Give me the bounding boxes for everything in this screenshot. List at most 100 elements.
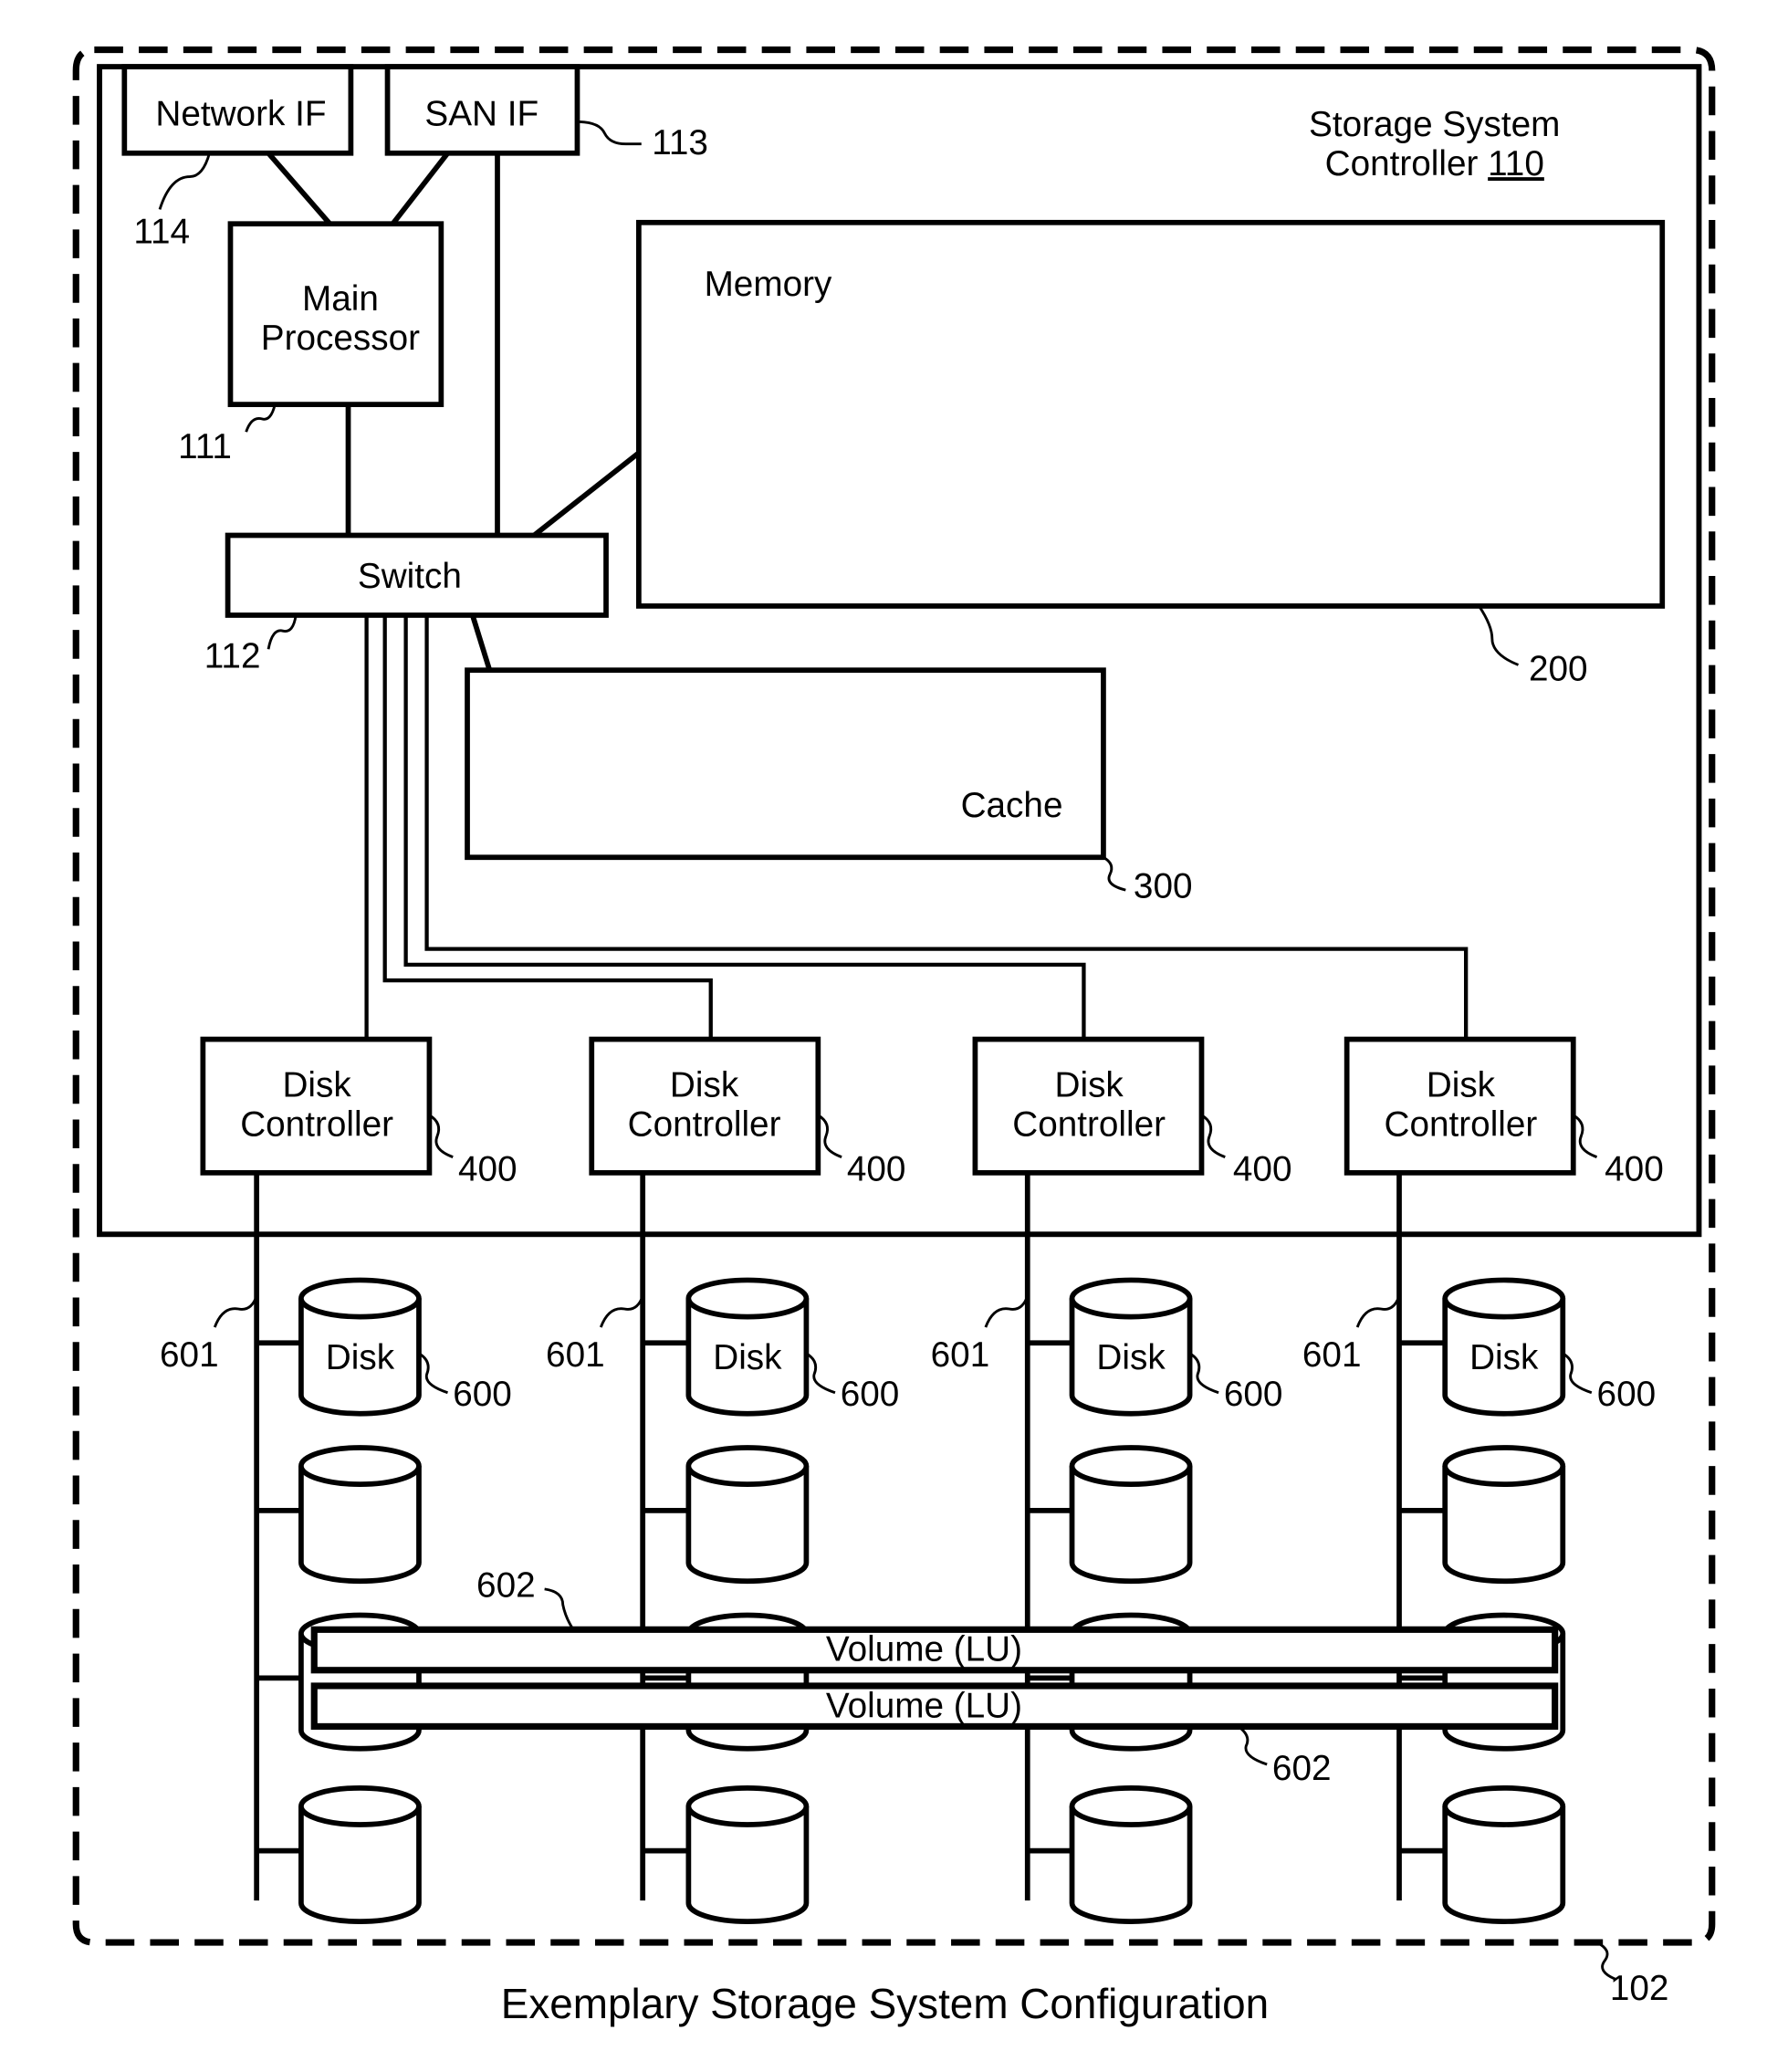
disk-ref: 600 [453, 1375, 512, 1414]
disk-ref: 600 [841, 1375, 900, 1414]
disk-cylinder-top [685, 1445, 810, 1488]
disk-columns: 601 Disk 600 601 Disk 600 601 Disk 600 601 Disk 600 [160, 1172, 1657, 1924]
network-if-leader [158, 152, 211, 210]
disk-bus-leader [213, 1295, 258, 1328]
network-if-to-processor-link [266, 151, 332, 226]
disk-cylinder-top [298, 1277, 422, 1320]
disk[interactable]: Disk 600 [1027, 1277, 1283, 1417]
disk-column: 601 Disk 600 [931, 1172, 1283, 1924]
disk[interactable] [643, 1445, 810, 1585]
disk-cylinder-top [298, 1784, 422, 1827]
disk-cylinder-top [298, 1445, 422, 1488]
switch-leader [267, 614, 298, 650]
disk-controller-ref: 400 [458, 1149, 518, 1188]
san-if-ref: 113 [652, 123, 708, 162]
cache-box[interactable] [465, 667, 1106, 861]
switch-to-cache-link [470, 614, 493, 672]
disk-controller-label-line2: Controller [240, 1105, 393, 1145]
figure-caption: Exemplary Storage System Configuration [501, 1980, 1269, 2027]
memory-leader [1478, 605, 1520, 666]
switch-ref: 112 [204, 636, 261, 675]
disk-controller-ref: 400 [1233, 1149, 1292, 1188]
disk-controller-leader [817, 1114, 842, 1158]
disk-controller-1[interactable]: Disk Controller 400 [200, 1036, 518, 1189]
network-if-ref: 114 [133, 213, 190, 252]
system-boundary-ref: 102 [1610, 1969, 1669, 2008]
disk[interactable] [1399, 1784, 1566, 1924]
controller-title-line1: Storage System [1309, 105, 1560, 144]
controller-title-line2: Controller 110 [1325, 144, 1544, 183]
disk[interactable] [1399, 1445, 1566, 1585]
volume-1-ref: 602 [476, 1565, 536, 1605]
disk-bus-ref: 601 [546, 1335, 605, 1375]
switch-to-memory-link [532, 450, 641, 538]
san-if-leader [577, 120, 642, 146]
disk-controller-label-line1: Disk [1427, 1066, 1496, 1105]
disk-bus-leader [984, 1295, 1030, 1328]
disk-controller-leader [1200, 1114, 1226, 1158]
volume-1[interactable]: Volume (LU) [310, 1626, 1559, 1674]
cache-ref: 300 [1134, 867, 1193, 906]
cache-leader [1103, 856, 1126, 892]
disk-cylinder-top [1069, 1277, 1193, 1320]
disk-leader [1562, 1352, 1593, 1395]
disk[interactable] [256, 1445, 422, 1585]
disk-controller-label-line2: Controller [628, 1105, 781, 1145]
volume-2[interactable]: Volume (LU) [310, 1682, 1559, 1731]
main-processor-ref: 111 [178, 427, 232, 466]
disk-label: Disk [1096, 1338, 1166, 1377]
disk-controller-ref: 400 [847, 1149, 906, 1188]
memory-label: Memory [705, 265, 832, 304]
disk[interactable]: Disk 600 [1399, 1277, 1657, 1417]
disk-cylinder-top [685, 1784, 810, 1827]
disk-bus-leader [599, 1295, 644, 1328]
disk[interactable] [1027, 1445, 1193, 1585]
disk-cylinder-top [1069, 1784, 1193, 1827]
switch-label: Switch [358, 557, 462, 596]
disk-column: 601 Disk 600 [160, 1172, 512, 1924]
main-processor-label-line2: Processor [261, 319, 420, 358]
main-processor-label-line1: Main [302, 279, 379, 319]
disk-controller-label-line1: Disk [1055, 1066, 1124, 1105]
disk-controller-label-line1: Disk [670, 1066, 739, 1105]
san-if-label: SAN IF [424, 95, 538, 134]
storage-system-diagram: Storage System Controller 110 Network IF… [72, 46, 1716, 2027]
disk-column: 601 Disk 600 [546, 1172, 900, 1924]
disk-cylinder-top [1442, 1784, 1566, 1827]
disk-controller-2[interactable]: Disk Controller 400 [589, 1036, 906, 1189]
disk-cylinder-top [685, 1277, 810, 1320]
disk-ref: 600 [1224, 1375, 1283, 1414]
disk[interactable] [1027, 1784, 1193, 1924]
network-if-label: Network IF [155, 95, 326, 134]
disk-bus-ref: 601 [1302, 1335, 1362, 1375]
disk[interactable] [643, 1784, 810, 1924]
disk-controller-3[interactable]: Disk Controller 400 [972, 1036, 1292, 1189]
disk-controller-4[interactable]: Disk Controller 400 [1344, 1036, 1664, 1189]
disk-cylinder-top [1442, 1277, 1566, 1320]
disk-cylinder-top [1069, 1445, 1193, 1488]
disk-label: Disk [326, 1338, 395, 1377]
disk[interactable] [256, 1784, 422, 1924]
disk-controller-leader [1572, 1114, 1598, 1158]
disk-bus-ref: 601 [931, 1335, 990, 1375]
main-processor-leader [245, 403, 277, 433]
volume-label: Volume (LU) [826, 1686, 1022, 1725]
memory-ref: 200 [1529, 650, 1588, 689]
controller-ref: 110 [1488, 144, 1544, 183]
disk[interactable]: Disk 600 [256, 1277, 512, 1417]
disk-controller-ref: 400 [1605, 1149, 1664, 1188]
volume-2-leader [1237, 1725, 1268, 1766]
disk-controller-label-line1: Disk [282, 1066, 351, 1105]
disk-cylinder-top [1442, 1445, 1566, 1488]
disk-ref: 600 [1597, 1375, 1657, 1414]
san-if-to-processor-link [391, 152, 450, 225]
disk-bus-leader [1355, 1295, 1401, 1328]
disk-bus-ref: 601 [160, 1335, 219, 1375]
disk-controller-label-line2: Controller [1012, 1105, 1166, 1145]
disk-leader [805, 1352, 836, 1395]
disk-label: Disk [1469, 1338, 1539, 1377]
volume-1-leader [544, 1587, 575, 1631]
volume-2-ref: 602 [1272, 1749, 1332, 1788]
disk[interactable]: Disk 600 [643, 1277, 900, 1417]
disk-leader [1188, 1352, 1219, 1395]
